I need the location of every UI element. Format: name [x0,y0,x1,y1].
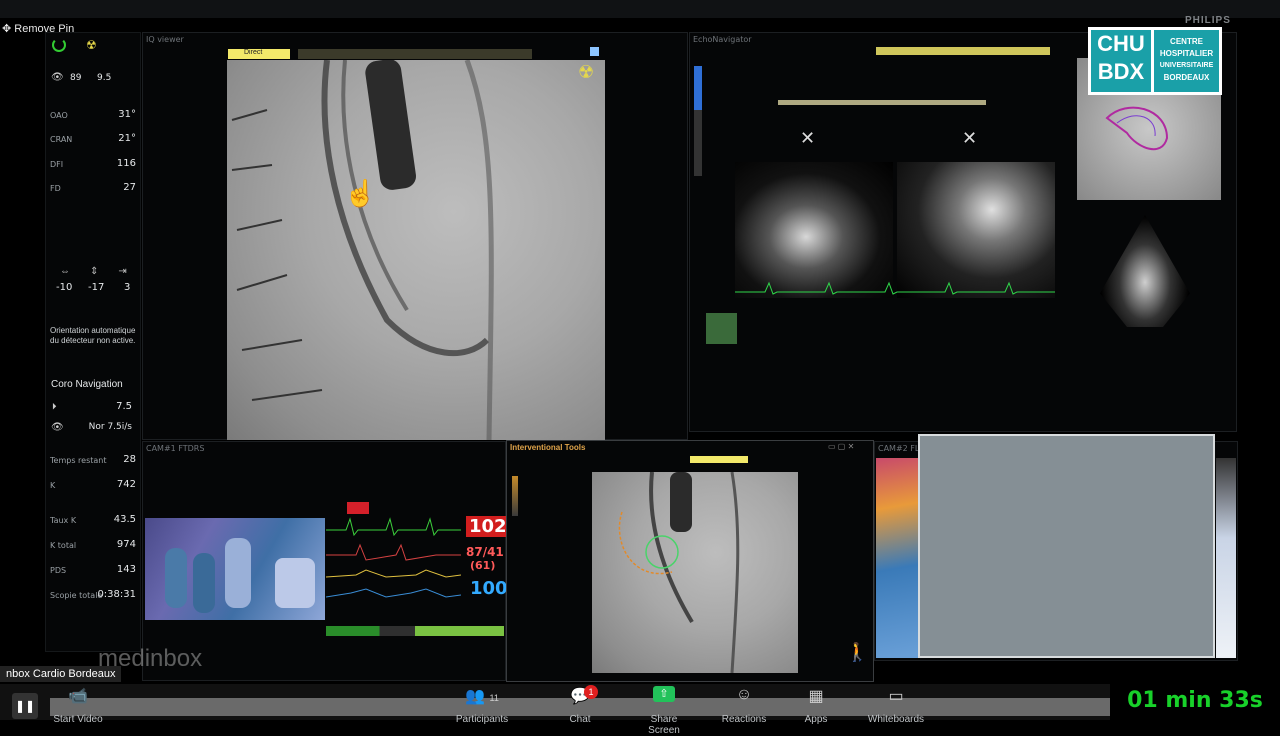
corner-icon [590,47,599,56]
spo2-value: 100 [470,578,508,599]
logo-text: CENTRE [1170,37,1203,46]
share-screen-icon: ⇧ [653,686,675,702]
chat-badge: 1 [584,685,598,699]
start-video-button[interactable]: 📹 Start Video [48,686,108,725]
operating-room-camera[interactable] [145,518,325,620]
table-value-1: -10 [56,282,73,293]
echo-image-right[interactable] [897,162,1055,298]
eye-value-1: 89 [70,73,82,83]
cam2-label: CAM#2 FL [878,444,920,453]
top-strip [0,0,1280,18]
radiation-icon: ☢ [578,62,595,82]
elapsed-timer: 01 min 33s [1110,684,1280,720]
reactions-button[interactable]: ☺ Reactions [714,686,774,725]
interventional-tools-title: Interventional Tools [510,443,586,452]
chat-icon: 💬 [570,688,590,705]
coro-nav-rate: 7.5 [116,401,132,412]
orientation-note: Orientation automatique du détecteur non… [50,326,136,345]
stat-row: K total 974 [50,539,136,550]
stat-row: Taux K 43.5 [50,514,136,525]
logo-text: UNIVERSITAIRE [1159,62,1214,69]
apps-button[interactable]: ▦ Apps [786,686,846,725]
eye-icon: 👁 [51,422,64,433]
radiation-icon: ☢ [86,38,97,52]
chu-bdx-logo: CHU BDX CENTRE HOSPITALIER UNIVERSITAIRE… [1088,27,1222,95]
param-row: OAO 31° [50,109,136,120]
monitor-tag [347,502,369,514]
participants-icon: 👥 11 [465,688,499,705]
coro-navigation-title: Coro Navigation [51,379,123,390]
cam2-side-image [876,458,918,658]
participant-name-label: nbox Cardio Bordeaux [0,666,122,682]
refresh-icon [52,38,66,52]
eye-value-2: 9.5 [97,73,112,83]
logo-text: HOSPITALIER [1159,49,1214,58]
logo-text: BORDEAUX [1163,73,1210,82]
cross-marker: ✕ [800,128,816,148]
coro-nav-mode: Nor 7.5i/s [88,422,132,432]
whiteboard-icon: ▭ [888,688,904,705]
viewer-header: IQ viewer [146,35,184,44]
interventional-fluoro-image[interactable] [592,472,798,673]
play-icon: ⏵ [52,401,57,411]
logo-bdx: BDX [1097,59,1145,84]
echo-title-bar [876,47,1050,55]
table-position-icons: ⇔⇕⇥ [60,266,147,277]
share-screen-button[interactable]: ⇧ Share Screen [634,686,694,736]
echo-toolbar[interactable] [694,66,702,176]
echo-subbar [778,100,986,105]
eye-icon: 👁 [51,72,64,83]
fluoroscopy-image[interactable] [227,60,605,440]
echo-header: EchoNavigator [693,35,752,44]
vitals-waveforms [326,517,461,598]
participants-button[interactable]: 👥 11 Participants [452,686,512,725]
video-placeholder[interactable] [918,434,1215,658]
overlay [618,472,740,673]
header-bar [298,49,532,59]
blood-pressure-mean: (61) [470,559,496,572]
tool-tag [690,456,748,463]
chat-button[interactable]: 💬 Chat [550,686,610,725]
tool-sidebar[interactable] [512,476,518,516]
stat-row: K 742 [50,479,136,490]
table-value-3: 3 [124,282,131,293]
pause-button[interactable]: ❚❚ [12,693,38,719]
ecg-trace [735,281,1055,295]
stat-row: Temps restant 28 [50,454,136,465]
catheter-overlay [231,60,494,440]
video-icon: 📹 [68,688,88,705]
cam1-label: CAM#1 FTDRS [146,444,205,453]
param-row: DFI 116 [50,158,136,169]
body-figure-icon: 🚶 [846,642,869,662]
blood-pressure-value: 87/41 [466,545,504,559]
window-controls[interactable]: ▭ ▢ ✕ [828,442,854,451]
stat-row: PDS 143 [50,564,136,575]
vendor-label: PHILIPS [1185,15,1231,26]
reactions-icon: ☺ [735,686,753,703]
cross-marker: ✕ [962,128,978,148]
echo-thumbnail[interactable] [706,313,737,344]
hand-cursor-icon: ☝ [344,178,377,208]
cam2-right-strip [1216,458,1236,658]
param-row: CRAN 21° [50,133,136,144]
table-value-2: -17 [88,282,105,293]
apps-icon: ▦ [808,688,824,705]
logo-chu: CHU [1097,31,1145,56]
pin-icon: ✥ [2,23,12,35]
live-tag: Direct [228,49,290,59]
monitor-bottom-bar [326,626,504,636]
stat-row: Scopie totale 0:38:31 [50,589,136,600]
param-row: FD 27 [50,182,136,193]
heart-rate-value: 102 [466,516,510,537]
echo-image-left[interactable] [735,162,893,298]
whiteboards-button[interactable]: ▭ Whiteboards [866,686,926,725]
